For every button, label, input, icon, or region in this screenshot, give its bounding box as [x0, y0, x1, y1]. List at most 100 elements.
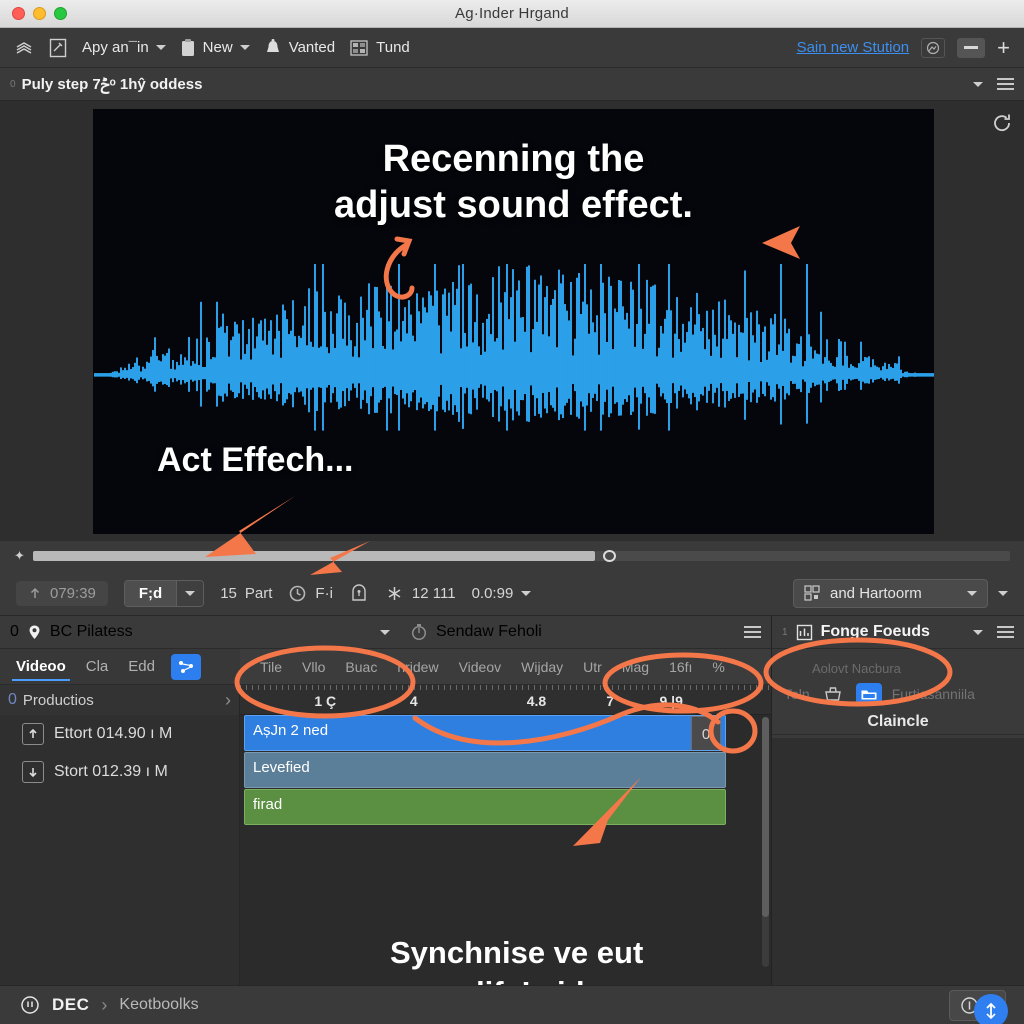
part-counter[interactable]: 15 Part	[220, 585, 272, 602]
effects-right-label[interactable]: Furtiasanniila	[892, 686, 975, 702]
chevron-down-icon	[239, 45, 250, 50]
timecode-field[interactable]: 079:39	[16, 580, 108, 606]
hamburger-icon[interactable]	[997, 626, 1014, 638]
effects-ghost-row: Aolovt Nacbura	[772, 649, 1024, 679]
plus-icon-button[interactable]: +	[997, 36, 1010, 58]
toolbar-edit-image-button[interactable]	[48, 37, 68, 59]
tab-cla[interactable]: Cla	[78, 652, 117, 681]
hamburger-icon[interactable]	[997, 78, 1014, 90]
toolbar-new-menu[interactable]: New	[180, 38, 250, 58]
toolbar-new-label: New	[202, 39, 233, 56]
clock-label: F·i	[315, 584, 333, 602]
tab-videoo[interactable]: Videoo	[8, 652, 74, 681]
chevron-down-icon[interactable]	[380, 629, 390, 635]
power-icon[interactable]	[20, 995, 40, 1015]
timeline-ruler-row: 0 Productios › 1 Ç 4 4.8 7 9 |9	[0, 685, 771, 715]
timeline-ruler[interactable]: 1 Ç 4 4.8 7 9 |9	[240, 685, 771, 715]
preview-progress-slider[interactable]	[32, 550, 1010, 562]
timeline-menu-item[interactable]: Wijday	[521, 659, 563, 675]
image-icon-button[interactable]	[921, 37, 946, 58]
chevron-down-icon[interactable]	[973, 81, 983, 87]
basket-icon[interactable]	[820, 683, 846, 705]
ruler-label: 7	[606, 693, 615, 709]
timeline-clip-area[interactable]: AșJn 2 ned 0 Levefied firad Synchnise ve…	[240, 715, 771, 1010]
timeline-menu-item[interactable]: hridew	[397, 659, 438, 675]
field-segment-dropdown[interactable]	[176, 580, 204, 606]
timeline-clip-blue[interactable]: AșJn 2 ned 0	[244, 715, 726, 751]
effects-panel-index: 1	[782, 626, 788, 638]
asterisk-value: 12 111	[411, 584, 456, 602]
audio-waveform	[94, 264, 934, 431]
timeline-menu-item[interactable]: Videov	[459, 659, 502, 675]
ruler-label: 1 Ç	[314, 693, 337, 709]
timeline-tabs: Videoo Cla Edd	[0, 649, 240, 685]
timeline-menu-item[interactable]: Utr	[583, 659, 602, 675]
asterisk-option[interactable]: 12 111	[385, 584, 456, 603]
timeline-panel-header: 0 BC Pilatess	[0, 616, 400, 649]
preset-dropdown[interactable]: and Hartoorm	[793, 578, 988, 608]
sign-in-link[interactable]: Sain new Stution	[797, 39, 910, 56]
node-graph-icon[interactable]	[170, 653, 201, 680]
overlay-subtitle: Act Effech...	[157, 441, 354, 479]
grid-image-icon	[349, 39, 369, 57]
refresh-icon[interactable]	[990, 111, 1014, 140]
hamburger-icon[interactable]	[744, 626, 761, 638]
toolbar-vanted-label: Vanted	[288, 39, 336, 56]
export-icon	[22, 723, 44, 745]
status-breadcrumb[interactable]: Keotboolks	[119, 996, 198, 1014]
clock-option[interactable]: F·i	[288, 584, 333, 603]
application-window: Ag·Inder Hrgand Apy an¯in New Vanted Tun…	[0, 0, 1024, 1024]
timeline-menu-item[interactable]: Vllo	[302, 659, 325, 675]
track-group-header[interactable]: 0 Productios ›	[0, 685, 240, 715]
floating-action-button[interactable]	[974, 994, 1008, 1024]
tab-edd[interactable]: Edd	[120, 652, 163, 681]
clock-icon	[288, 584, 307, 603]
folder-icon[interactable]	[855, 683, 882, 705]
track-group-index: 0	[8, 691, 17, 708]
toolbar-layers-button[interactable]	[14, 38, 34, 58]
effects-ghost-label: Aolovt Nacbura	[812, 661, 901, 676]
clip-label: firad	[253, 796, 283, 813]
chevron-down-icon[interactable]	[973, 629, 983, 635]
field-segment-control[interactable]: F;d	[123, 579, 205, 607]
chevron-right-icon[interactable]: ›	[225, 690, 239, 711]
track-row-header[interactable]: Stort 012.39 ı M	[0, 753, 239, 791]
video-canvas[interactable]: Recenning the adjust sound effect. Act E…	[93, 109, 934, 534]
timeline-panel: 0 BC Pilatess Sendaw Feholi Videoo Cla E…	[0, 616, 772, 1010]
timeline-vertical-scrollbar[interactable]	[762, 717, 769, 967]
project-subbar: 0 Puly step ݲ7ᵒ 1hŷ oddess	[0, 68, 1024, 101]
overlay-title: Recenning the adjust sound effect.	[93, 137, 934, 228]
track-row-header[interactable]: Ettort 014.90 ı M	[0, 715, 239, 753]
timeline-menu-item[interactable]: 16fı	[669, 659, 692, 675]
arch-icon[interactable]	[349, 583, 369, 603]
timeline-menu-item[interactable]: Tile	[260, 659, 282, 675]
timeline-clip-green[interactable]: firad	[244, 789, 726, 825]
duration-dropdown[interactable]: 0.0:99	[472, 585, 532, 602]
track-row-label: Ettort 014.90 ı M	[54, 725, 173, 742]
qr-icon	[804, 585, 820, 601]
toolbar-apply-menu[interactable]: Apy an¯in	[82, 39, 166, 56]
timeline-clip-slate[interactable]: Levefied	[244, 752, 726, 788]
timeline-menu-item[interactable]: Mag	[622, 659, 649, 675]
timeline-menu-row: Tile Vllo Buac hridew Videov Wijday Utr Mag 16fı…	[240, 649, 771, 685]
progress-fill	[32, 551, 595, 561]
preset-value: and Hartoorm	[830, 584, 922, 602]
timeline-headers: 0 BC Pilatess Sendaw Feholi	[0, 616, 771, 649]
toolbar-tund-button[interactable]: Tund	[349, 39, 410, 57]
timeline-secondary-title: Sendaw Feholi	[436, 623, 542, 640]
options-right-group: and Hartoorm	[793, 578, 1008, 608]
minimize-icon-button[interactable]	[957, 37, 986, 58]
toolbar-vanted-button[interactable]: Vanted	[264, 38, 335, 58]
effects-panel-body[interactable]	[772, 738, 1024, 985]
clip-trim-handle[interactable]: 0	[691, 716, 721, 750]
layers-icon	[14, 38, 34, 58]
status-bar: DEC › Keotboolks	[0, 985, 1024, 1024]
effects-tool-row: Toln Furtiasanniila	[772, 679, 1024, 709]
chevron-down-icon[interactable]	[998, 590, 1008, 596]
stopwatch-icon	[410, 623, 428, 641]
keyframe-diamond-icon[interactable]: ✦	[14, 548, 25, 564]
timeline-menu-item[interactable]: Buac	[345, 659, 377, 675]
subbar-controls	[973, 78, 1014, 90]
progress-knob[interactable]	[602, 550, 616, 562]
effects-left-label[interactable]: Toln	[784, 686, 810, 702]
